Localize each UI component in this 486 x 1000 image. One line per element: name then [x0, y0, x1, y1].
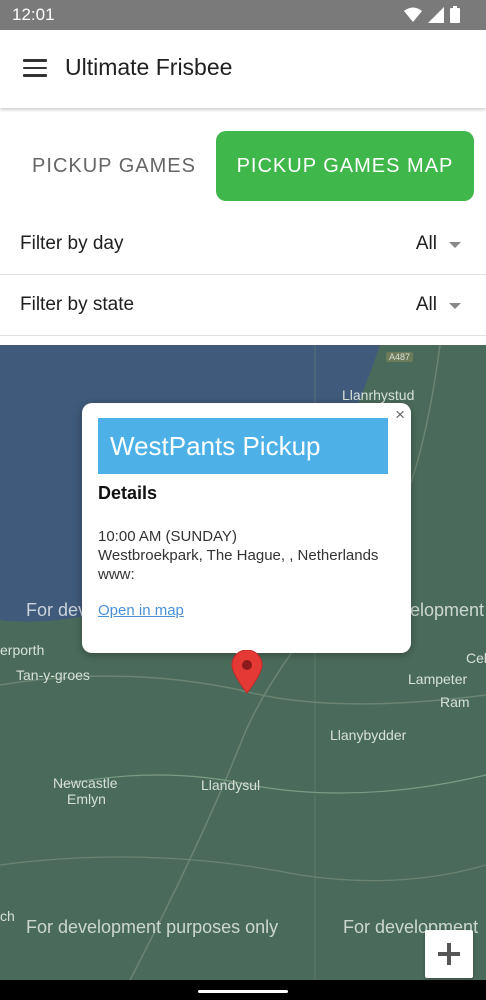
popup-time: 10:00 AM (SUNDAY) [98, 528, 237, 545]
map-label: erporth [0, 642, 45, 658]
filter-state-label: Filter by state [20, 294, 135, 315]
map-label: Llanrhystud [342, 387, 415, 403]
open-in-map-link[interactable]: Open in map [98, 602, 184, 619]
plus-icon [438, 943, 460, 965]
map-label: Cel [466, 650, 486, 666]
dev-watermark: elopment [410, 600, 485, 620]
filter-state-row[interactable]: Filter by state All [0, 275, 486, 336]
popup-details-heading: Details [98, 483, 158, 503]
map-label: Tan-y-groes [16, 667, 90, 683]
road-badge: A487 [386, 352, 414, 362]
map-pin-icon[interactable] [231, 650, 263, 694]
map-label: Newcastle [53, 775, 118, 791]
app-bar: Ultimate Frisbee [0, 30, 486, 108]
dev-watermark: For development purposes only [26, 917, 279, 937]
menu-icon[interactable] [23, 59, 47, 79]
map-label: ch [0, 908, 15, 924]
popup-body: 10:00 AM (SUNDAY) Westbroekpark, The Hag… [98, 527, 378, 584]
map-label: Ram [440, 694, 470, 710]
dropdown-caret-icon[interactable] [449, 303, 461, 309]
popup-address: Westbroekpark, The Hague, , Netherlands [98, 547, 379, 564]
tab-pickup-games-map[interactable]: PICKUP GAMES MAP [216, 131, 474, 201]
signal-icon [428, 6, 444, 23]
popup-website: www: [98, 566, 135, 583]
status-bar: 12:01 [0, 0, 486, 30]
filter-day-value[interactable]: All [416, 233, 437, 255]
dropdown-caret-icon[interactable] [449, 242, 461, 248]
info-popup: × WestPants Pickup Details 10:00 AM (SUN… [82, 403, 411, 653]
map-label: Emlyn [67, 791, 106, 807]
map-label: Llanybydder [330, 727, 407, 743]
map-label: Lampeter [408, 671, 468, 687]
close-icon[interactable]: × [395, 405, 405, 425]
status-time: 12:01 [12, 5, 55, 24]
filter-day-label: Filter by day [20, 233, 124, 254]
filter-day-row[interactable]: Filter by day All [0, 214, 486, 275]
tab-pickup-games[interactable]: PICKUP GAMES [14, 131, 214, 201]
filter-state-value[interactable]: All [416, 294, 437, 316]
popup-title: WestPants Pickup [98, 418, 388, 474]
wifi-icon [404, 7, 422, 22]
home-handle[interactable] [198, 990, 288, 993]
status-icons [404, 6, 460, 23]
app-title: Ultimate Frisbee [65, 54, 233, 80]
dev-watermark: For dev [26, 600, 88, 620]
zoom-in-button[interactable] [425, 930, 473, 978]
system-nav-bar [0, 980, 486, 1000]
battery-icon [450, 6, 460, 23]
map-label: Llandysul [201, 777, 261, 793]
